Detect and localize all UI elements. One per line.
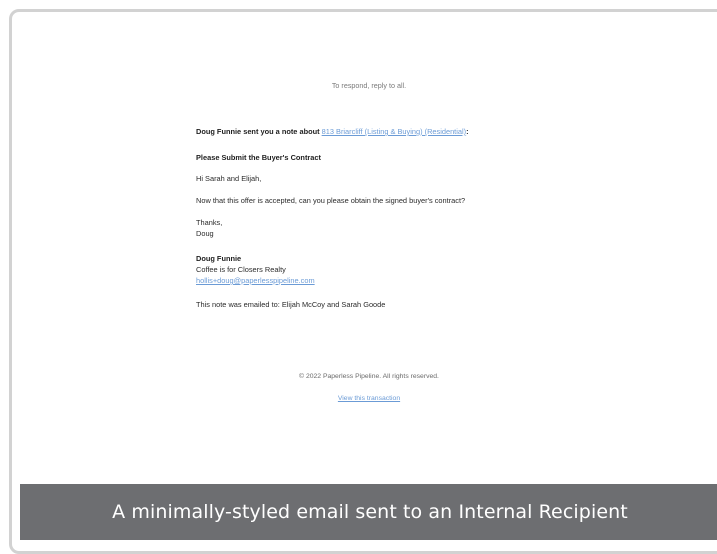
email-body: To respond, reply to all. Doug Funnie se… xyxy=(12,12,717,551)
transaction-link[interactable]: 813 Briarcliff (Listing & Buying) (Resid… xyxy=(322,127,466,136)
note-subject: Please Submit the Buyer's Contract xyxy=(196,153,321,162)
respond-note: To respond, reply to all. xyxy=(331,81,407,90)
caption-banner: A minimally-styled email sent to an Inte… xyxy=(20,484,717,540)
view-transaction-link[interactable]: View this transaction xyxy=(338,395,400,402)
email-preview-frame: To respond, reply to all. Doug Funnie se… xyxy=(9,9,717,554)
greeting: Hi Sarah and Elijah, xyxy=(196,174,262,183)
signature-email-link[interactable]: hollis+doug@paperlesspipeline.com xyxy=(196,276,315,285)
signature-company: Coffee is for Closers Realty xyxy=(196,265,286,274)
intro-sender: Doug Funnie sent you a note about xyxy=(196,127,322,136)
intro-line: Doug Funnie sent you a note about 813 Br… xyxy=(196,127,576,137)
signature-name: Doug Funnie xyxy=(196,254,242,263)
signoff: Thanks, xyxy=(196,218,223,227)
recipients-note: This note was emailed to: Elijah McCoy a… xyxy=(196,300,386,309)
note-body: Now that this offer is accepted, can you… xyxy=(196,196,466,205)
footer-link-row: View this transaction xyxy=(12,394,717,403)
signature-email-row: hollis+doug@paperlesspipeline.com xyxy=(196,276,576,286)
intro-suffix: : xyxy=(466,127,469,136)
footer-copyright: © 2022 Paperless Pipeline. All rights re… xyxy=(299,373,439,380)
signoff-name: Doug xyxy=(196,229,214,238)
